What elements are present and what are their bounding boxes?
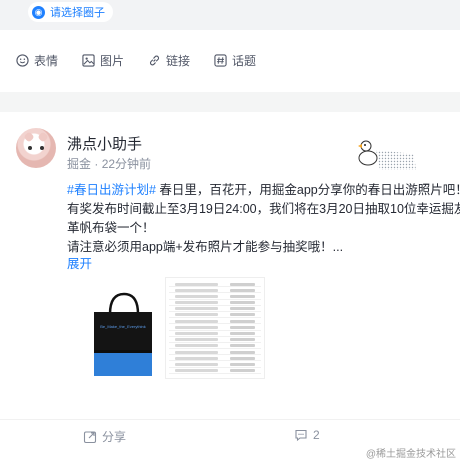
emoji-button[interactable]: 表情 [16, 52, 58, 69]
topic-button[interactable]: 话题 [214, 52, 256, 69]
post-image-table[interactable] [165, 277, 265, 379]
share-icon [83, 430, 97, 443]
post-content: #春日出游计划# 春日里，百花开，用掘金app分享你的春日出游照片吧！ 有奖发布… [67, 181, 460, 257]
composer-toolbar: 表情 图片 链接 话题 [16, 52, 280, 69]
expand-link[interactable]: 展开 [67, 253, 92, 272]
content-line-1: #春日出游计划# 春日里，百花开，用掘金app分享你的春日出游照片吧！ [67, 183, 460, 197]
emoji-label: 表情 [34, 54, 59, 68]
comment-icon [295, 429, 307, 442]
smile-icon [16, 54, 29, 67]
topic-label: 话题 [232, 54, 257, 68]
circle-select-chip[interactable]: ◉ 请选择圈子 [28, 2, 113, 22]
meta-dot: · [91, 157, 102, 171]
post-time: 22分钟前 [101, 157, 152, 171]
content-line-2: 有奖发布时间截止至3月19日24:00，我们将在3月20日抽取10位幸运掘友赠 [67, 202, 460, 216]
post-source: 掘金 [67, 157, 92, 171]
topic-tag-link[interactable]: #春日出游计划# [67, 183, 156, 197]
watermark: @稀土掘金技术社区 [365, 449, 456, 460]
action-divider [0, 419, 460, 420]
comment-button[interactable]: 2 [294, 428, 320, 442]
content-line-4: 请注意必须用app端+发布照片才能参与抽奖哦！... [67, 240, 344, 254]
post-card: 沸点小助手 掘金 · 22分钟前 #春日出游计划# 春日里，百花开，用掘金app… [0, 112, 460, 460]
author-name[interactable]: 沸点小助手 [67, 133, 142, 154]
post-meta: 掘金 · 22分钟前 [67, 155, 151, 172]
circle-icon: ◉ [32, 5, 45, 19]
link-button[interactable]: 链接 [148, 52, 190, 69]
composer-input[interactable]: ◉ 请选择圈子 [0, 0, 460, 30]
avatar[interactable] [16, 128, 56, 168]
topic-icon [214, 54, 227, 67]
share-button[interactable]: 分享 [83, 428, 126, 445]
comment-count: 2 [313, 428, 320, 442]
link-icon [150, 55, 160, 66]
post-image-tote-bag[interactable]: Be_Make_the_Everythink [90, 288, 158, 378]
circle-chip-label: 请选择圈子 [50, 7, 105, 19]
goose-decoration-icon [358, 140, 416, 170]
share-label: 分享 [102, 430, 127, 444]
content-line-3: 革帆布袋一个！ [67, 221, 155, 235]
composer-panel: ◉ 请选择圈子 表情 图片 链接 话题 [0, 0, 460, 92]
image-button[interactable]: 图片 [82, 52, 124, 69]
bag-print-text: Be_Make_the_Everythink [100, 324, 146, 329]
image-label: 图片 [100, 54, 125, 68]
image-icon [82, 54, 95, 67]
link-label: 链接 [166, 54, 191, 68]
